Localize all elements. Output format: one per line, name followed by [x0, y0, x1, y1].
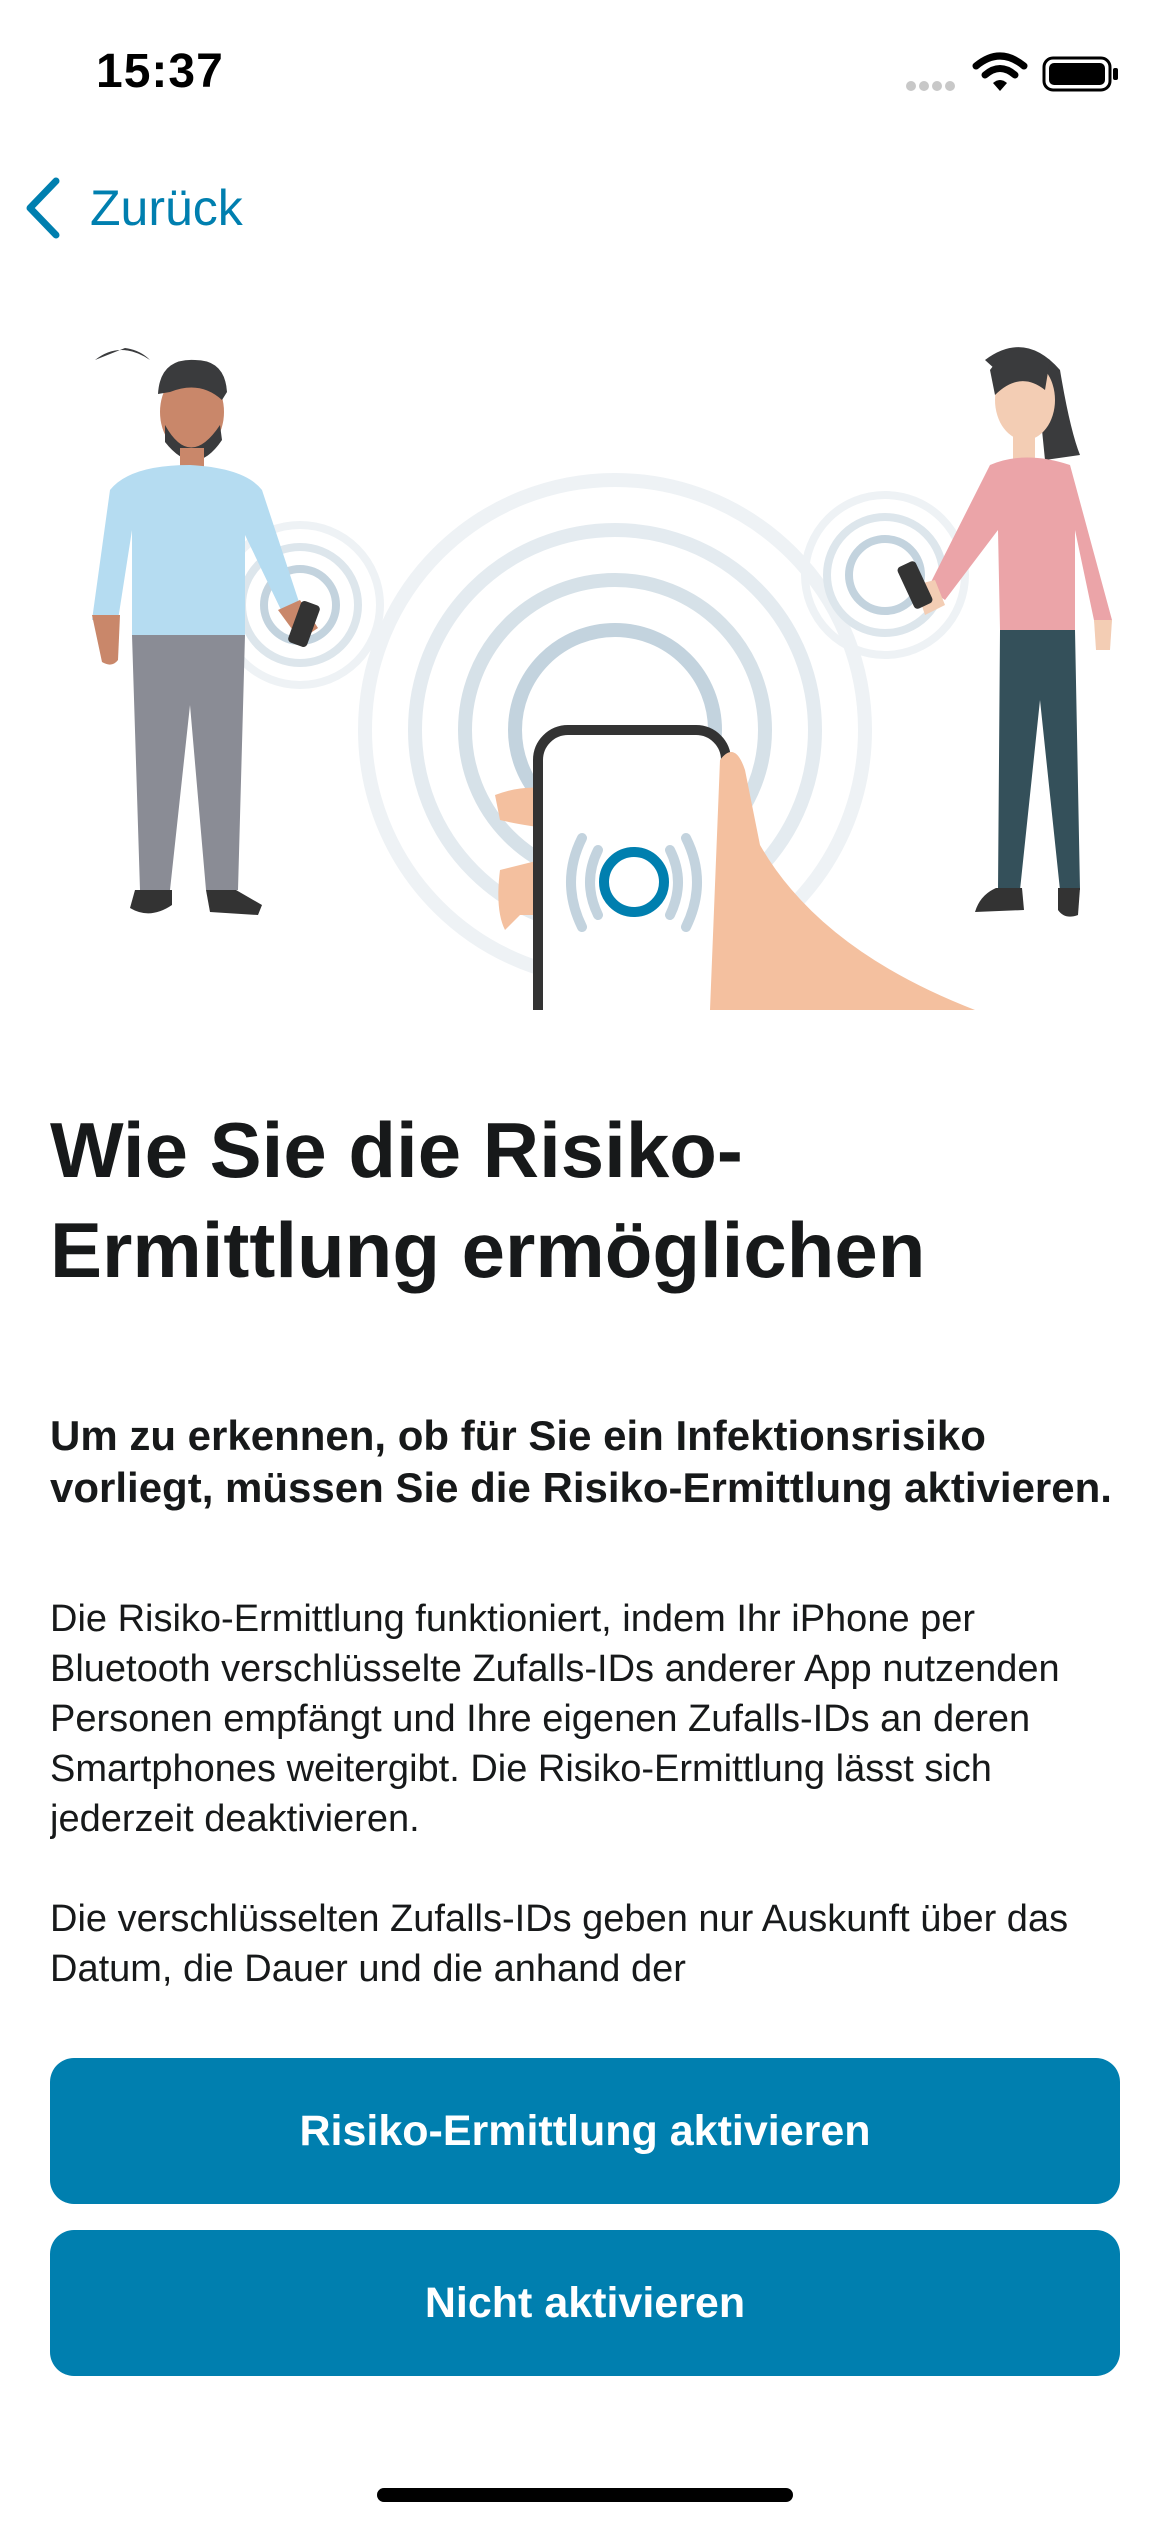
man-figure — [92, 348, 320, 915]
do-not-activate-button[interactable]: Nicht aktivieren — [50, 2230, 1120, 2376]
status-time: 15:37 — [96, 45, 224, 98]
status-bar: 15:37 — [0, 0, 1170, 150]
content-scroll-area[interactable]: Wie Sie die Risiko-Ermittlung ermögliche… — [50, 1100, 1130, 2020]
activate-risk-detection-button[interactable]: Risiko-Ermittlung aktivieren — [50, 2058, 1120, 2204]
body-paragraph-1: Die Risiko-Ermittlung funktioniert, inde… — [50, 1598, 1060, 1840]
risk-detection-illustration — [92, 347, 1112, 1010]
back-label: Zurück — [90, 180, 243, 236]
woman-figure — [897, 347, 1112, 917]
hand-holding-phone — [495, 725, 975, 1010]
signal-dots-icon — [906, 78, 966, 92]
home-indicator — [377, 2488, 793, 2502]
chevron-left-icon — [26, 177, 60, 239]
battery-icon — [1042, 56, 1118, 92]
lead-text: Um zu erkennen, ob für Sie ein Infektion… — [50, 1412, 1112, 1511]
wifi-icon — [972, 52, 1028, 91]
page-title: Wie Sie die Risiko-Ermittlung ermögliche… — [50, 1106, 926, 1294]
back-button[interactable]: Zurück — [24, 168, 243, 248]
body-paragraph-2: Die verschlüsselten Zufalls-IDs geben nu… — [50, 1898, 1069, 1990]
